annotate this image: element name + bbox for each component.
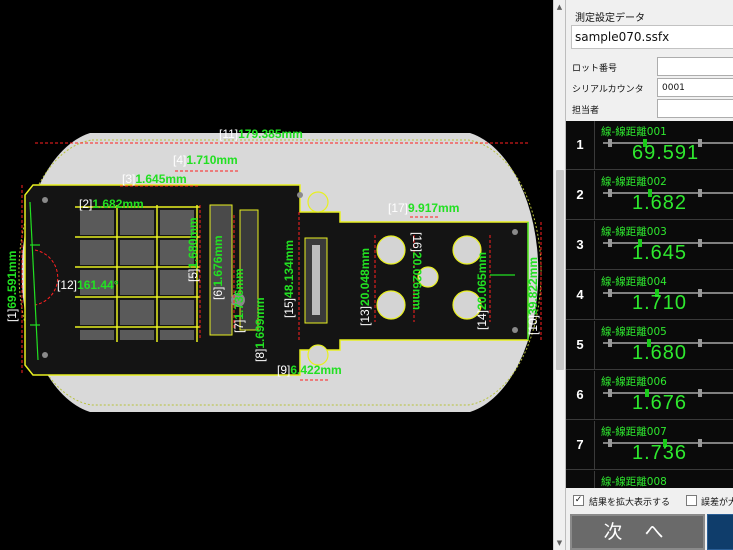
annotation-8: [8]1.699mm [253,297,267,362]
operator-label: 担当者 [572,106,600,116]
result-row[interactable]: 4 線-線距離004 1.710 [566,271,733,320]
result-row[interactable]: 6 線-線距離006 1.676 [566,371,733,420]
result-name: 線-線距離006 [601,376,667,388]
serial-counter-row: シリアルカウンタ 0001 [566,78,733,98]
result-name: 線-線距離008 [601,476,667,488]
scrollbar-thumb[interactable] [556,170,564,370]
result-value: 1.645 [632,242,688,264]
result-index: 6 [566,371,595,419]
result-index: 1 [566,121,595,169]
result-index: 5 [566,321,595,369]
operator-row: 担当者 [566,99,733,119]
result-index: 4 [566,271,595,319]
result-name: 線-線距離003 [601,226,667,238]
result-value: 1.676 [632,392,688,414]
scroll-down-icon[interactable]: ▼ [554,536,565,550]
result-name: 線-線距離005 [601,326,667,338]
scroll-up-icon[interactable]: ▲ [554,0,565,14]
annotation-11: [11]179.385mm [219,127,303,141]
result-row[interactable]: 線-線距離008 [566,471,733,488]
annotation-6: [6]1.676mm [211,235,225,300]
result-name: 線-線距離001 [601,126,667,138]
result-row[interactable]: 2 線-線距離002 1.682 [566,171,733,220]
lot-number-row: ロット番号 [566,57,733,77]
lot-number-label: ロット番号 [572,64,618,74]
result-value: 1.680 [632,342,688,364]
result-value: 1.710 [632,292,688,314]
lot-number-input[interactable] [657,57,733,76]
results-panel: 測定設定データ sample070.ssfx ロット番号 シリアルカウンタ 00… [565,0,733,550]
annotation-17: [17]9.917mm [388,201,459,215]
next-button[interactable]: 次 へ [570,514,705,550]
result-value: 69.591 [632,142,700,164]
serial-counter-label: シリアルカウンタ [572,85,644,95]
result-value: 1.682 [632,192,688,214]
annotation-12: [12]161.44° [57,278,119,292]
error-checkbox[interactable] [686,495,697,506]
annotation-3: [3]1.645mm [122,172,187,186]
error-label: 誤差が大 [701,498,733,508]
result-index: 3 [566,221,595,269]
annotation-4: [4]1.710mm [173,153,238,167]
annotation-5: [5]1.680mm [186,217,200,282]
measurement-app-window: [11]179.385mm [4]1.710mm [3]1.645mm [2]1… [0,0,733,550]
enlarge-result-label: 結果を拡大表示する [589,498,671,508]
serial-counter-input[interactable]: 0001 [657,78,733,97]
measurement-image: [11]179.385mm [4]1.710mm [3]1.645mm [2]1… [5,127,542,412]
image-viewer[interactable]: [11]179.385mm [4]1.710mm [3]1.645mm [2]1… [0,0,553,550]
annotation-10: [10]39.822mm [526,257,540,335]
filename-field[interactable]: sample070.ssfx [571,25,733,49]
result-row[interactable]: 7 線-線距離007 1.736 [566,421,733,470]
slot-rect-4 [312,245,320,315]
annotation-7: [7]1.736mm [232,268,246,333]
viewer-vertical-scrollbar[interactable]: ▲ ▼ [553,0,565,550]
annotation-9: [9]6.422mm [277,363,342,377]
annotation-16: [16]20.026mm [410,232,424,310]
secondary-action-button[interactable] [707,514,733,550]
annotation-15: [15]48.134mm [282,240,296,318]
enlarge-result-checkbox[interactable]: ✓ [573,495,584,506]
result-index [566,471,595,488]
result-name: 線-線距離004 [601,276,667,288]
result-row[interactable]: 5 線-線距離005 1.680 [566,321,733,370]
result-row[interactable]: 1 線-線距離001 69.591 [566,121,733,170]
result-name: 線-線距離007 [601,426,667,438]
annotation-13: [13]20.048mm [358,248,372,326]
results-list[interactable]: 1 線-線距離001 69.591 2 線-線距離002 1.682 3 線-線… [566,121,733,488]
annotation-2: [2]1.682mm [79,197,144,211]
annotation-14: [14]20.065mm [475,252,489,330]
annotation-1: [1]69.591mm [5,251,19,322]
result-index: 7 [566,421,595,469]
measurement-data-label: 測定設定データ [575,13,645,24]
result-row[interactable]: 3 線-線距離003 1.645 [566,221,733,270]
display-options: ✓ 結果を拡大表示する 誤差が大 [566,489,733,513]
grid-windows [80,210,194,340]
result-index: 2 [566,171,595,219]
result-value: 1.736 [632,442,688,464]
result-name: 線-線距離002 [601,176,667,188]
operator-input[interactable] [657,99,733,118]
